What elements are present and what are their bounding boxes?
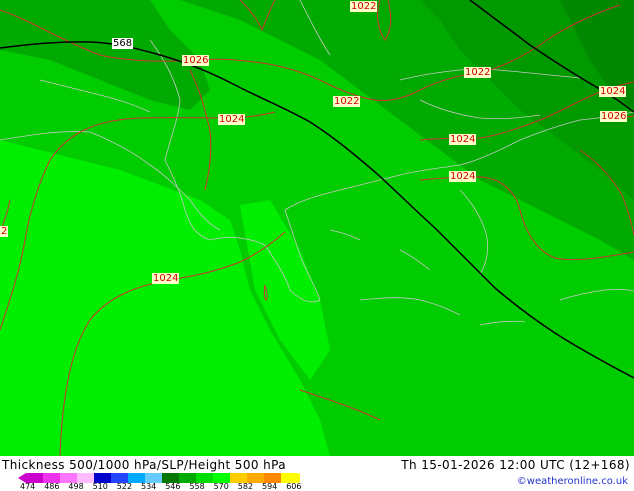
isobar-label-1026-north: 1026: [182, 55, 210, 66]
isobar-label-1024-east-edge: 1024: [599, 86, 627, 97]
color-legend-bar: [18, 473, 300, 483]
isobar-label-1024-southwest: 1024: [152, 273, 180, 284]
credit-link[interactable]: ©weatheronline.co.uk: [517, 476, 628, 487]
isobar-label-1022-top: 1022: [350, 1, 378, 12]
map-title: Thickness 500/1000 hPa/SLP/Height 500 hP…: [2, 458, 286, 472]
height-label-568: 568: [112, 38, 134, 49]
isobar-label-1026-east-edge: 1026: [600, 111, 628, 122]
isobar-label-1022-center: 1022: [333, 96, 361, 107]
forecast-time: Th 15-01-2026 12:00 UTC (12+168): [401, 458, 630, 472]
thickness-map: [0, 0, 634, 456]
isobar-label-1024-aegean: 1024: [449, 171, 477, 182]
map-area: 1022 1026 1022 1022 1024 1026 1024 1024 …: [0, 0, 634, 456]
isobar-label-1022-northeast: 1022: [464, 67, 492, 78]
isobar-label-1024-aegean-north: 1024: [449, 134, 477, 145]
isobar-label-1024-adriatic: 1024: [218, 114, 246, 125]
isobar-label-partial-west: 2: [0, 226, 9, 237]
footer: Thickness 500/1000 hPa/SLP/Height 500 hP…: [0, 456, 634, 491]
